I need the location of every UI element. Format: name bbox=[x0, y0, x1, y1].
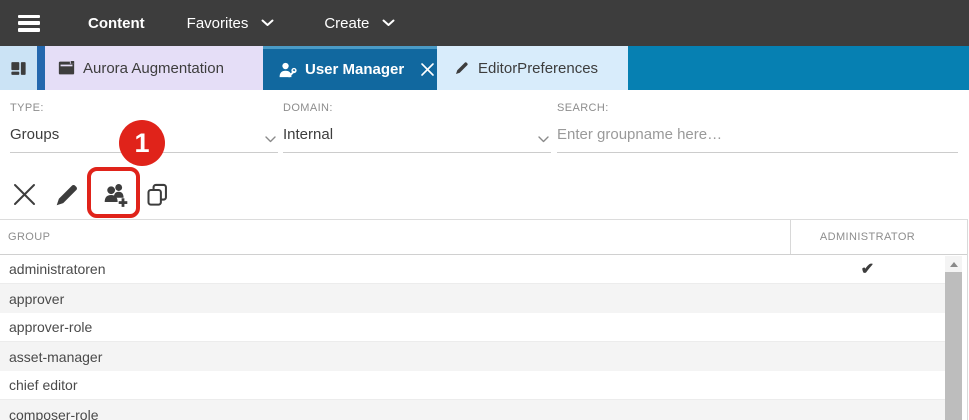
user-manager-icon bbox=[278, 61, 297, 79]
tab-bar: Aurora Augmentation User Manager EditorP… bbox=[0, 46, 969, 90]
tab-editor-preferences[interactable]: EditorPreferences bbox=[437, 46, 628, 90]
group-toolbar bbox=[0, 170, 969, 219]
search-filter: SEARCH: bbox=[557, 102, 958, 153]
dashboard-icon bbox=[9, 59, 28, 78]
group-name-cell: approver bbox=[0, 291, 790, 307]
edit-button[interactable] bbox=[53, 181, 81, 209]
table-row[interactable]: composer-role bbox=[0, 400, 945, 420]
annotation-step-number: 1 bbox=[134, 128, 149, 159]
column-header-administrator[interactable]: ADMINISTRATOR bbox=[790, 220, 945, 254]
scrollbar-thumb[interactable] bbox=[945, 272, 962, 420]
add-group-button[interactable] bbox=[102, 181, 130, 209]
favorites-label: Favorites bbox=[187, 15, 249, 32]
create-label: Create bbox=[324, 15, 369, 32]
table-row[interactable]: approver-role bbox=[0, 313, 945, 342]
create-menu[interactable]: Create bbox=[324, 15, 395, 32]
tab-dashboard[interactable] bbox=[0, 46, 37, 90]
domain-select[interactable]: Internal bbox=[283, 126, 551, 153]
application-window: Content Favorites Create Aurora Augmenta bbox=[0, 0, 969, 420]
table-row[interactable]: administratoren✔ bbox=[0, 255, 945, 284]
tab-user-manager[interactable]: User Manager bbox=[263, 46, 437, 90]
group-name-cell: chief editor bbox=[0, 377, 790, 393]
search-label: SEARCH: bbox=[557, 102, 958, 114]
type-label: TYPE: bbox=[10, 102, 278, 114]
chevron-down-icon bbox=[538, 136, 549, 143]
chevron-down-icon bbox=[265, 136, 276, 143]
tab-aurora-augmentation[interactable]: Aurora Augmentation bbox=[45, 46, 263, 90]
group-name-cell: asset-manager bbox=[0, 349, 790, 365]
table-header: GROUP ADMINISTRATOR bbox=[0, 220, 967, 255]
admin-check-icon: ✔ bbox=[790, 259, 945, 279]
copy-button[interactable] bbox=[143, 181, 171, 209]
tab-separator bbox=[37, 46, 45, 90]
hamburger-menu-icon[interactable] bbox=[18, 15, 40, 32]
pencil-icon bbox=[454, 60, 470, 76]
domain-filter: DOMAIN: Internal bbox=[283, 102, 551, 153]
group-name-cell: approver-role bbox=[0, 319, 790, 335]
favorites-menu[interactable]: Favorites bbox=[187, 15, 275, 32]
tab-label: User Manager bbox=[305, 61, 404, 78]
close-tab-icon[interactable] bbox=[418, 60, 437, 79]
annotation-step-badge: 1 bbox=[119, 120, 165, 166]
groups-table: GROUP ADMINISTRATOR administratoren✔appr… bbox=[0, 219, 968, 420]
scroll-up-button[interactable] bbox=[945, 256, 962, 272]
column-header-group[interactable]: GROUP bbox=[8, 220, 50, 254]
table-body: administratoren✔approverapprover-roleass… bbox=[0, 255, 945, 420]
group-name-cell: composer-role bbox=[0, 407, 790, 420]
top-bar: Content Favorites Create bbox=[0, 0, 969, 46]
chevron-down-icon bbox=[261, 19, 274, 27]
table-row[interactable]: asset-manager bbox=[0, 342, 945, 371]
table-row[interactable]: chief editor bbox=[0, 371, 945, 400]
content-form-icon bbox=[58, 60, 75, 76]
group-name-cell: administratoren bbox=[0, 261, 790, 277]
domain-value: Internal bbox=[283, 126, 525, 143]
table-row[interactable]: approver bbox=[0, 284, 945, 313]
search-input[interactable] bbox=[557, 126, 958, 143]
tab-label: Aurora Augmentation bbox=[83, 60, 224, 77]
chevron-down-icon bbox=[382, 19, 395, 27]
arrow-up-icon bbox=[950, 262, 958, 267]
vertical-scrollbar[interactable] bbox=[945, 256, 962, 420]
app-mode-title: Content bbox=[88, 15, 145, 32]
tab-label: EditorPreferences bbox=[478, 60, 598, 77]
domain-label: DOMAIN: bbox=[283, 102, 551, 114]
delete-button[interactable] bbox=[10, 181, 38, 209]
